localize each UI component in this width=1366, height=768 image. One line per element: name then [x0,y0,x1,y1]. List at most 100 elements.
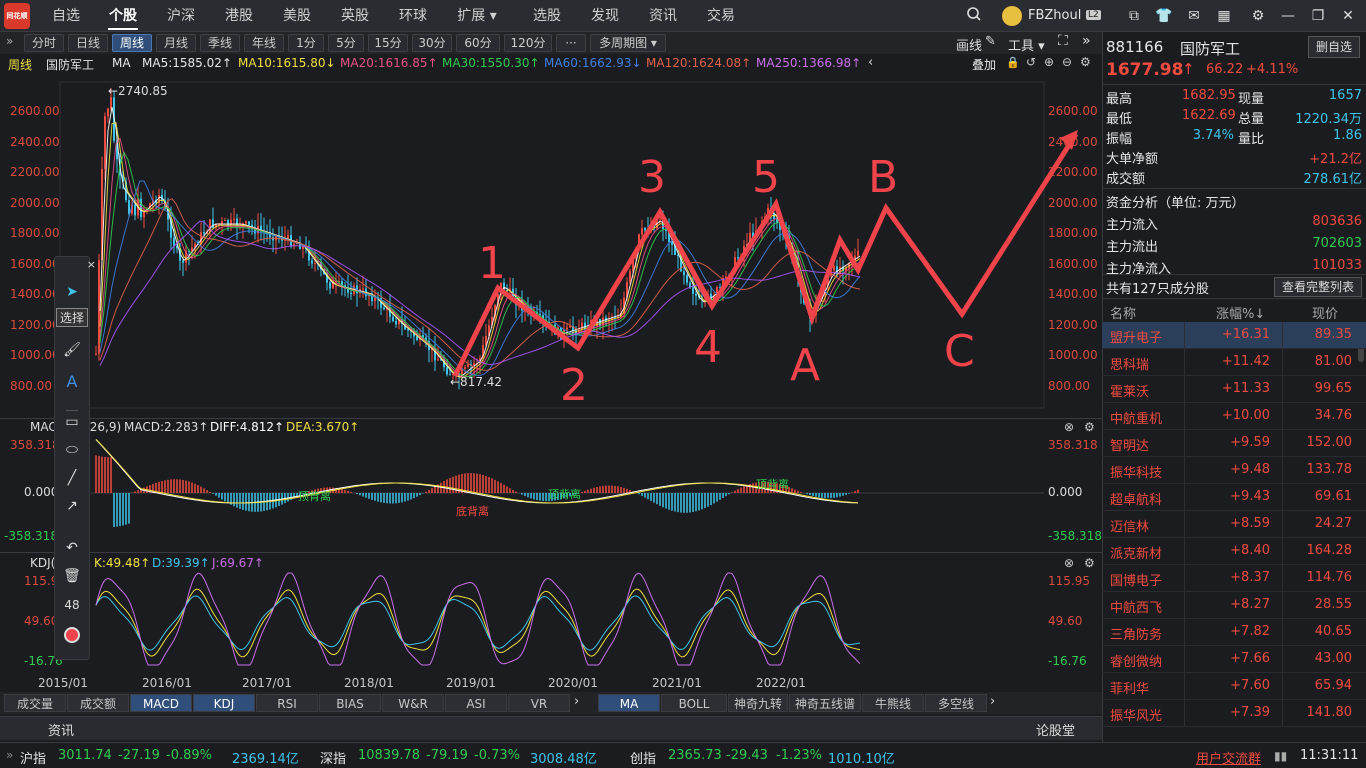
tab-vr[interactable]: VR [508,694,570,712]
kdj-close-icon[interactable]: ⊗ [1064,556,1074,570]
macd-close-icon[interactable]: ⊗ [1064,420,1074,434]
tab-turnover[interactable]: 成交额 [67,694,129,712]
nav-item-yinggu[interactable]: 英股 [332,0,378,32]
username[interactable]: FBZhoul [1028,8,1081,23]
tab-kdj[interactable]: KDJ [193,694,255,712]
view-full-list-button[interactable]: 查看完整列表 [1274,277,1362,297]
line-icon[interactable]: ╱ [54,470,90,486]
select-tool-label[interactable]: 选择 [56,308,88,327]
drawtool-close-icon[interactable]: × [56,258,100,271]
tab-volume[interactable]: 成交量 [4,694,66,712]
period-30min[interactable]: 30分 [412,34,452,52]
cursor-icon[interactable]: ➤ [54,284,90,300]
period-yuexian[interactable]: 月线 [156,34,196,52]
color-picker[interactable] [64,627,80,643]
nav-item-zixuan[interactable]: 自选 [44,0,88,32]
chart-settings-icon[interactable]: ⚙ [1080,55,1091,69]
undo-draw-icon[interactable]: ↶ [54,540,90,556]
nav-item-xuangu[interactable]: 选股 [524,0,570,32]
ellipse-icon[interactable]: ⬭ [54,442,90,458]
forum-tab[interactable]: 论股堂 [1036,720,1075,739]
collapse-left-icon[interactable]: » [6,34,13,48]
external-window-icon[interactable]: ⧉ [1124,6,1144,26]
draw-line-button[interactable]: 画线 [956,35,982,54]
col-header-chg[interactable]: 涨幅%↓ [1216,303,1265,322]
overlay-button[interactable]: 叠加 [972,56,996,73]
tab-ma[interactable]: MA [598,694,660,712]
text-tool-icon[interactable]: A [54,372,90,391]
list-item[interactable]: 中航重机 +10.00 34.76 [1102,403,1366,430]
ma-bar-collapse-icon[interactable]: ‹ [868,55,873,70]
period-60min[interactable]: 60分 [456,34,500,52]
nav-item-ganggu[interactable]: 港股 [216,0,262,32]
list-item[interactable]: 菲利华 +7.60 65.94 [1102,673,1366,700]
macd-settings-icon[interactable]: ⚙ [1084,420,1095,434]
tab-boll[interactable]: BOLL [661,694,727,712]
lock-icon[interactable]: 🔒 [1006,56,1020,69]
statusbar-expand-icon[interactable]: » [6,748,13,762]
list-item[interactable]: 霍莱沃 +11.33 99.65 [1102,376,1366,403]
period-zhouxian[interactable]: 周线 [112,34,152,52]
avatar[interactable] [1002,6,1022,26]
col-header-price[interactable]: 现价 [1312,303,1338,322]
period-nianxian[interactable]: 年线 [244,34,284,52]
period-120min[interactable]: 120分 [504,34,552,52]
nav-item-huanqiu[interactable]: 环球 [390,0,436,32]
grid-icon[interactable]: ▦ [1214,6,1234,26]
more-periods-button[interactable]: ··· [556,34,586,52]
period-15min[interactable]: 15分 [368,34,408,52]
index-cy-name[interactable]: 创指 [630,748,656,767]
multi-period-dropdown[interactable]: 多周期图 ▾ [590,34,666,52]
period-5min[interactable]: 5分 [328,34,364,52]
list-item[interactable]: 睿创微纳 +7.66 43.00 [1102,646,1366,673]
nav-item-hushen[interactable]: 沪深 [158,0,204,32]
list-item[interactable]: 振华风光 +7.39 141.80 [1102,700,1366,727]
undo-icon[interactable]: ↺ [1026,55,1036,69]
kdj-settings-icon[interactable]: ⚙ [1084,556,1095,570]
tab-bias[interactable]: BIAS [319,694,381,712]
list-item[interactable]: 迈信林 +8.59 24.27 [1102,511,1366,538]
brush-icon[interactable]: 🖌 [54,342,90,358]
kdj-chart[interactable] [0,552,1102,672]
list-item[interactable]: 中航西飞 +8.27 28.55 [1102,592,1366,619]
tab-magic-five[interactable]: 神奇五线谱 [789,694,861,712]
rectangle-icon[interactable]: ▭ [54,414,90,430]
line-width-value[interactable]: 48 [54,598,90,612]
mail-icon[interactable]: ✉ [1184,6,1204,26]
fullscreen-icon[interactable]: ⛶ [1058,33,1068,49]
tab-magic-nine[interactable]: 神奇九转 [728,694,788,712]
list-item[interactable]: 振华科技 +9.48 133.78 [1102,457,1366,484]
nav-item-jiaoyi[interactable]: 交易 [698,0,744,32]
tab-macd[interactable]: MACD [130,694,192,712]
overlay-scroll-right-icon[interactable]: › [990,694,995,709]
nav-item-gegu[interactable]: 个股 [100,0,146,32]
tools-dropdown[interactable]: 工具 ▾ [1008,35,1045,54]
nav-item-meigu[interactable]: 美股 [274,0,320,32]
tab-asi[interactable]: ASI [445,694,507,712]
index-sz-name[interactable]: 深指 [320,748,346,767]
arrow-icon[interactable]: ↗ [54,498,90,514]
tab-wr[interactable]: W&R [382,694,444,712]
col-header-name[interactable]: 名称 [1110,303,1136,322]
close-icon[interactable]: ✕ [1338,6,1358,26]
pencil-icon[interactable]: ✎ [985,34,996,49]
list-item[interactable]: 思科瑞 +11.42 81.00 [1102,349,1366,376]
remove-watchlist-button[interactable]: 删自选 [1308,36,1360,58]
app-logo[interactable]: 同花顺 [4,3,30,29]
list-item[interactable]: 超卓航科 +9.43 69.61 [1102,484,1366,511]
tab-long-short[interactable]: 多空线 [925,694,987,712]
trash-icon[interactable]: 🗑 [54,568,90,584]
nav-item-faxian[interactable]: 发现 [582,0,628,32]
index-sh-name[interactable]: 沪指 [20,748,46,767]
restore-icon[interactable]: ❐ [1308,6,1328,26]
news-tab[interactable]: 资讯 [48,720,74,739]
zoom-in-icon[interactable]: ⊕ [1044,55,1054,69]
tab-bull-bear[interactable]: 牛熊线 [862,694,924,712]
macd-chart[interactable] [0,418,1102,552]
list-item[interactable]: 派克新材 +8.40 164.28 [1102,538,1366,565]
minimize-icon[interactable]: — [1278,6,1298,26]
period-rixian[interactable]: 日线 [68,34,108,52]
period-jixian[interactable]: 季线 [200,34,240,52]
search-icon[interactable] [964,6,984,26]
settings-icon[interactable]: ⚙ [1248,6,1268,26]
